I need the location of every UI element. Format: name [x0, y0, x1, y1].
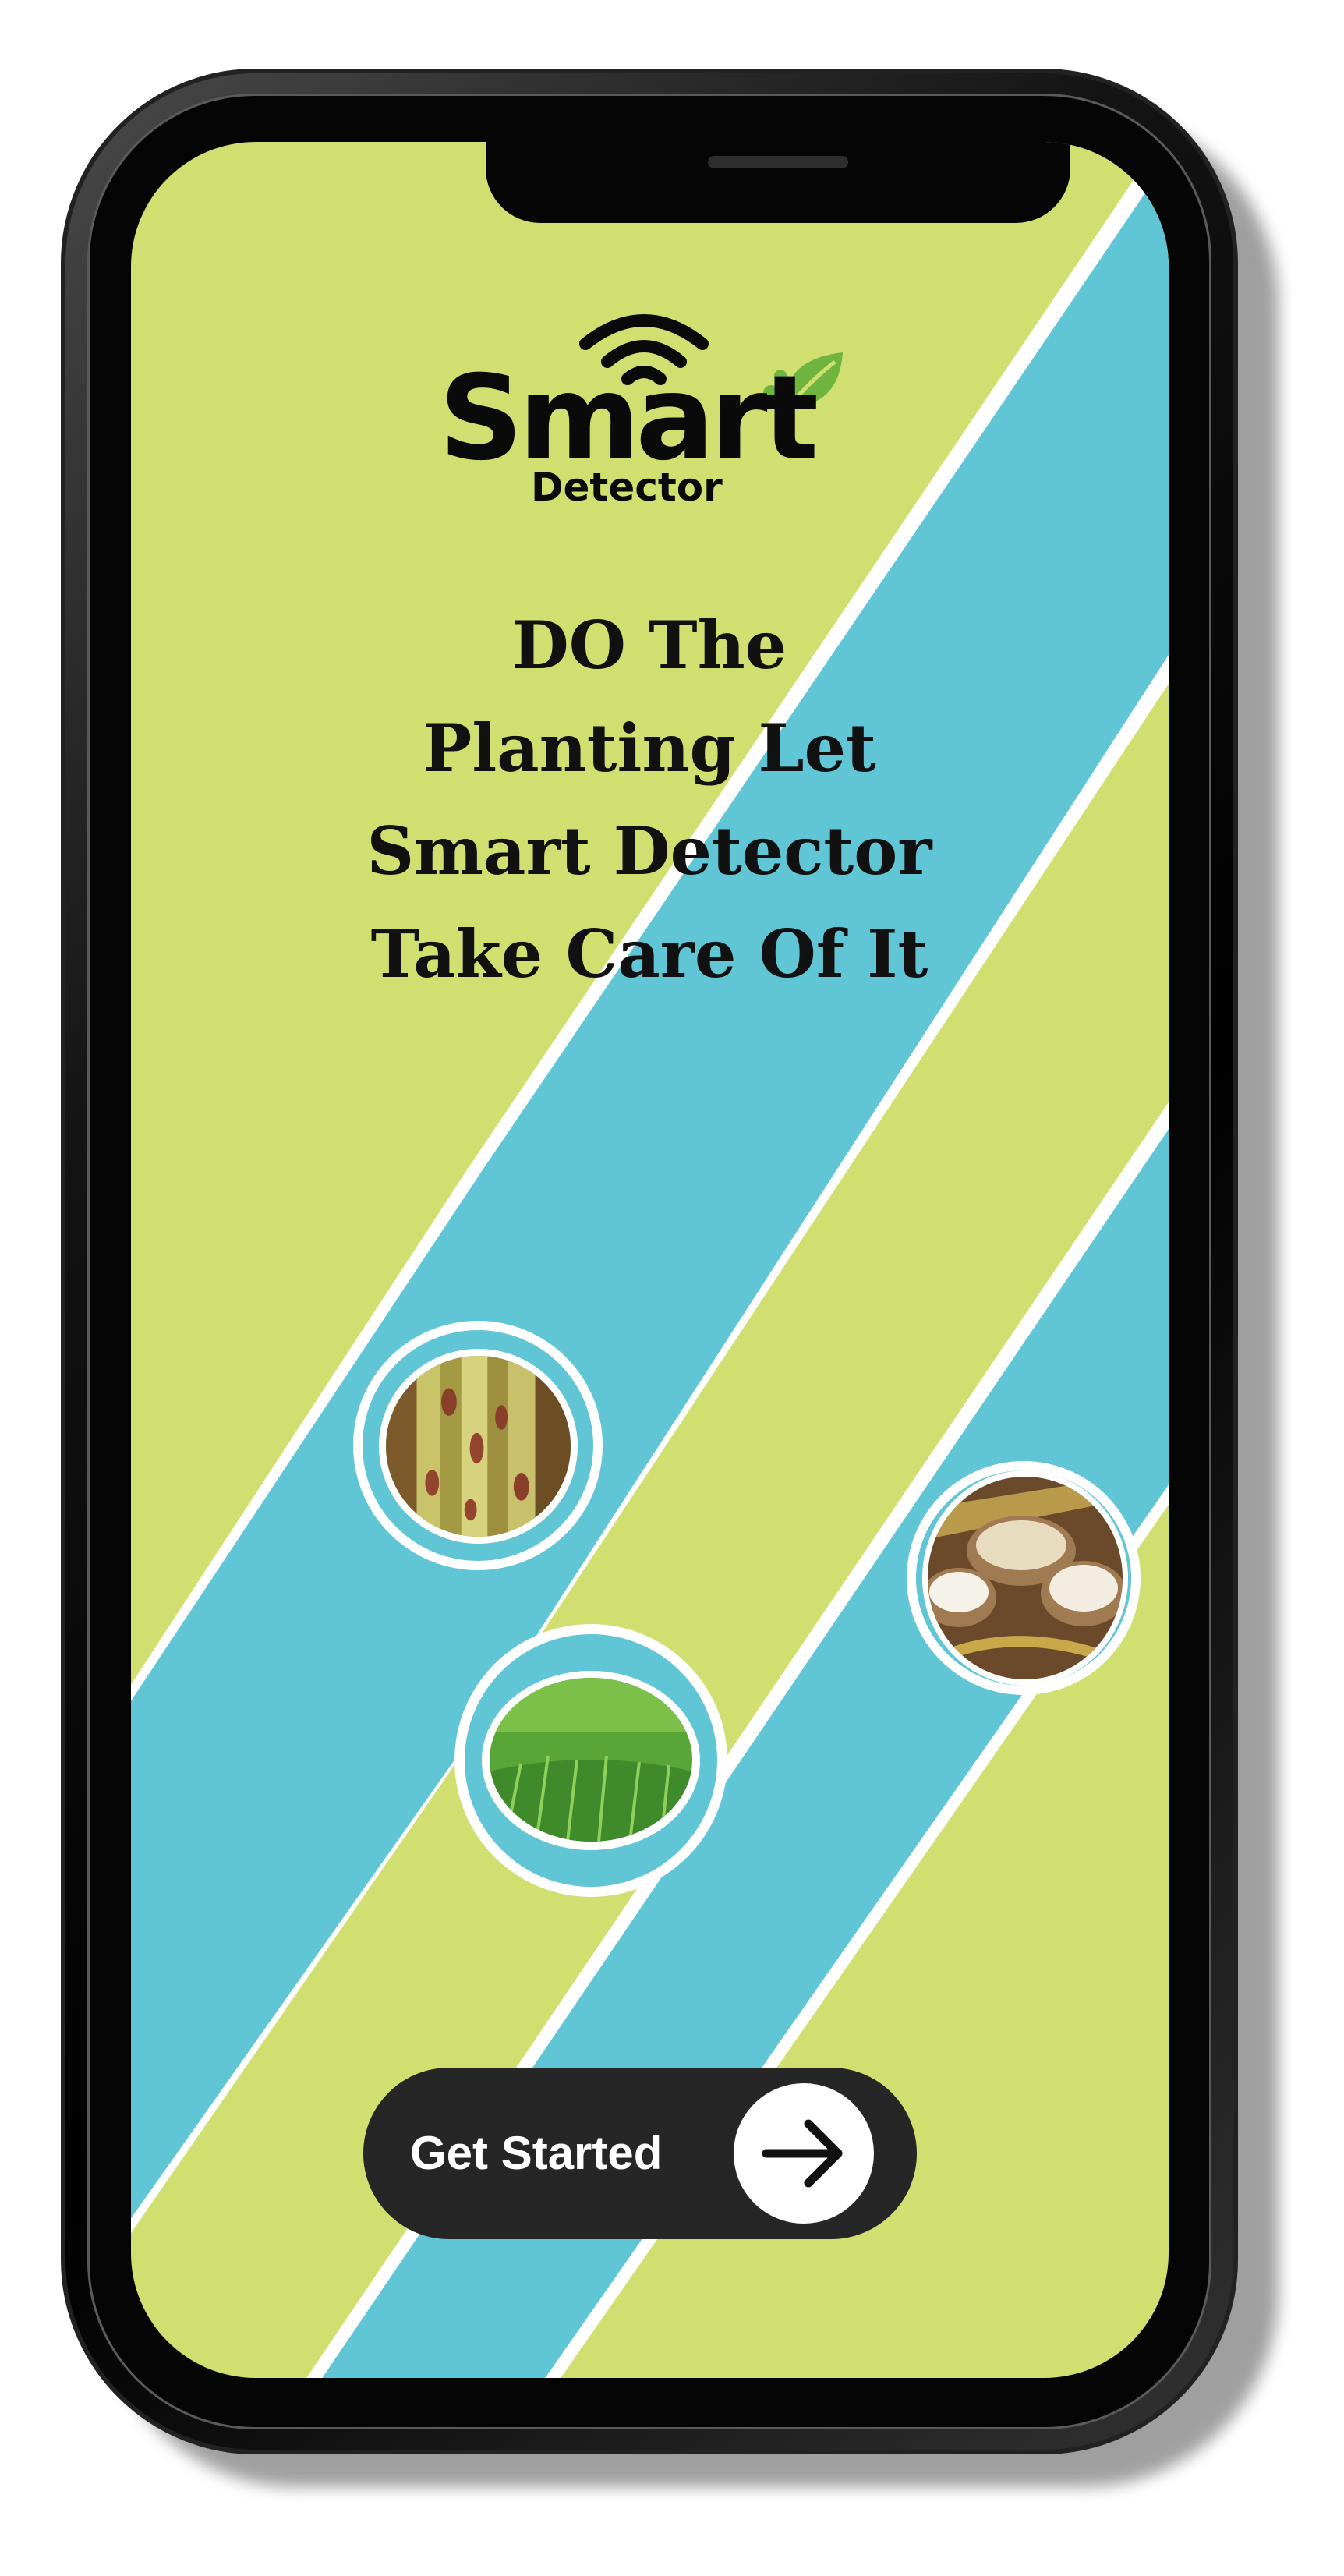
diseased-leaf-image: [379, 1349, 578, 1544]
headline-line-3: Smart Detector: [366, 812, 932, 890]
app-logo: Smart Detector: [439, 313, 860, 524]
headline-line-4: Take Care Of It: [370, 915, 928, 993]
get-started-button[interactable]: Get Started: [363, 2068, 917, 2239]
rice-field-image: [490, 1678, 692, 1842]
logo-subtitle: Detector: [531, 465, 723, 510]
stage: Smart Detector DO The Planting Let Smart…: [0, 0, 1344, 2576]
onboarding-headline: DO The Planting Let Smart Detector Take …: [260, 594, 1039, 1006]
phone-notch: [486, 142, 1070, 223]
headline-line-2: Planting Let: [423, 709, 876, 787]
headline-line-1: DO The: [511, 607, 787, 684]
arrow-button-circle[interactable]: [734, 2083, 874, 2224]
speaker-grille: [708, 156, 848, 168]
get-started-label: Get Started: [410, 2127, 663, 2179]
arrow-right-icon: [762, 2119, 843, 2188]
app-screen: Smart Detector DO The Planting Let Smart…: [131, 142, 1169, 2378]
rice-grains-image: [928, 1477, 1123, 1679]
logo-wordmark: Smart: [439, 351, 819, 487]
